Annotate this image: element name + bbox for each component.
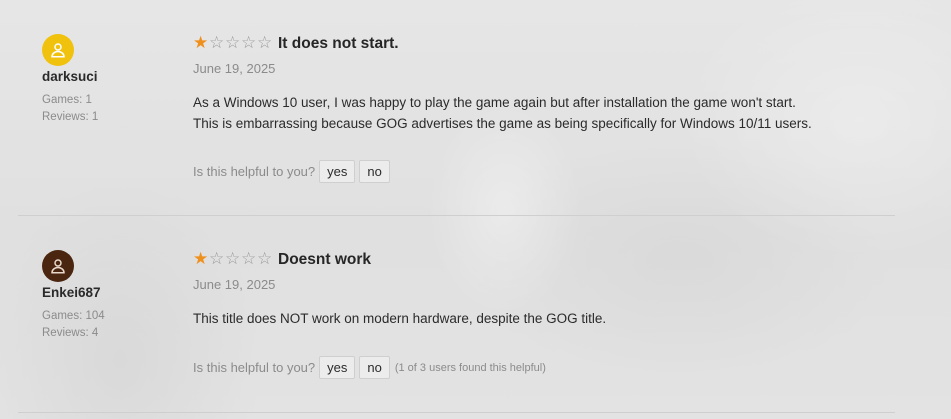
helpful-vote: Is this helpful to you? yes no (1 of 3 u… xyxy=(193,356,546,379)
star-empty-icon: ☆ xyxy=(209,249,225,268)
review-title: Doesnt work xyxy=(278,251,372,268)
star-rating: ★ ☆ ☆ ☆ ☆ xyxy=(193,34,272,52)
star-filled-icon: ★ xyxy=(193,249,209,268)
review-body: As a Windows 10 user, I was happy to pla… xyxy=(193,92,873,134)
review-body-line: As a Windows 10 user, I was happy to pla… xyxy=(193,95,796,110)
vote-yes-button[interactable]: yes xyxy=(319,356,356,379)
star-empty-icon: ☆ xyxy=(225,33,241,52)
user-avatar[interactable] xyxy=(42,34,74,66)
vote-yes-button[interactable]: yes xyxy=(319,160,356,183)
review-title: It does not start. xyxy=(278,35,399,52)
star-empty-icon: ☆ xyxy=(241,249,257,268)
review-item: darksuci Games: 1 Reviews: 1 ★ ☆ ☆ ☆ ☆ It do… xyxy=(0,0,951,216)
review-divider xyxy=(18,412,895,413)
user-icon xyxy=(51,259,65,274)
star-empty-icon: ☆ xyxy=(257,249,273,268)
star-empty-icon: ☆ xyxy=(257,33,273,52)
helpful-prompt: Is this helpful to you? xyxy=(193,164,316,179)
review-date: June 19, 2025 xyxy=(193,277,276,292)
star-empty-icon: ☆ xyxy=(225,249,241,268)
games-count: Games: 1 xyxy=(42,94,92,106)
vote-no-button[interactable]: no xyxy=(359,160,390,183)
user-avatar[interactable] xyxy=(42,250,74,282)
review-body-line: This title does NOT work on modern hardw… xyxy=(193,311,607,326)
star-filled-icon: ★ xyxy=(193,33,209,52)
reviews-count: Reviews: 1 xyxy=(42,111,99,123)
vote-no-button[interactable]: no xyxy=(359,356,390,379)
username[interactable]: Enkei687 xyxy=(42,285,101,300)
helpful-prompt: Is this helpful to you? xyxy=(193,360,316,375)
helpful-count: (1 of 3 users found this helpful) xyxy=(394,361,546,374)
star-empty-icon: ☆ xyxy=(241,33,257,52)
star-rating: ★ ☆ ☆ ☆ ☆ xyxy=(193,250,272,268)
review-date: June 19, 2025 xyxy=(193,61,276,76)
review-body-line: This is embarrassing because GOG adverti… xyxy=(193,116,812,131)
review-body: This title does NOT work on modern hardw… xyxy=(193,308,873,329)
reviews-list: darksuci Games: 1 Reviews: 1 ★ ☆ ☆ ☆ ☆ It do… xyxy=(0,0,951,413)
review-item: Enkei687 Games: 104 Reviews: 4 ★ ☆ ☆ ☆ ☆ Doe… xyxy=(0,216,951,413)
username[interactable]: darksuci xyxy=(42,69,98,84)
games-count: Games: 104 xyxy=(42,310,105,322)
reviews-count: Reviews: 4 xyxy=(42,327,99,339)
star-empty-icon: ☆ xyxy=(209,33,225,52)
helpful-vote: Is this helpful to you? yes no xyxy=(193,160,390,183)
user-icon xyxy=(51,43,65,58)
